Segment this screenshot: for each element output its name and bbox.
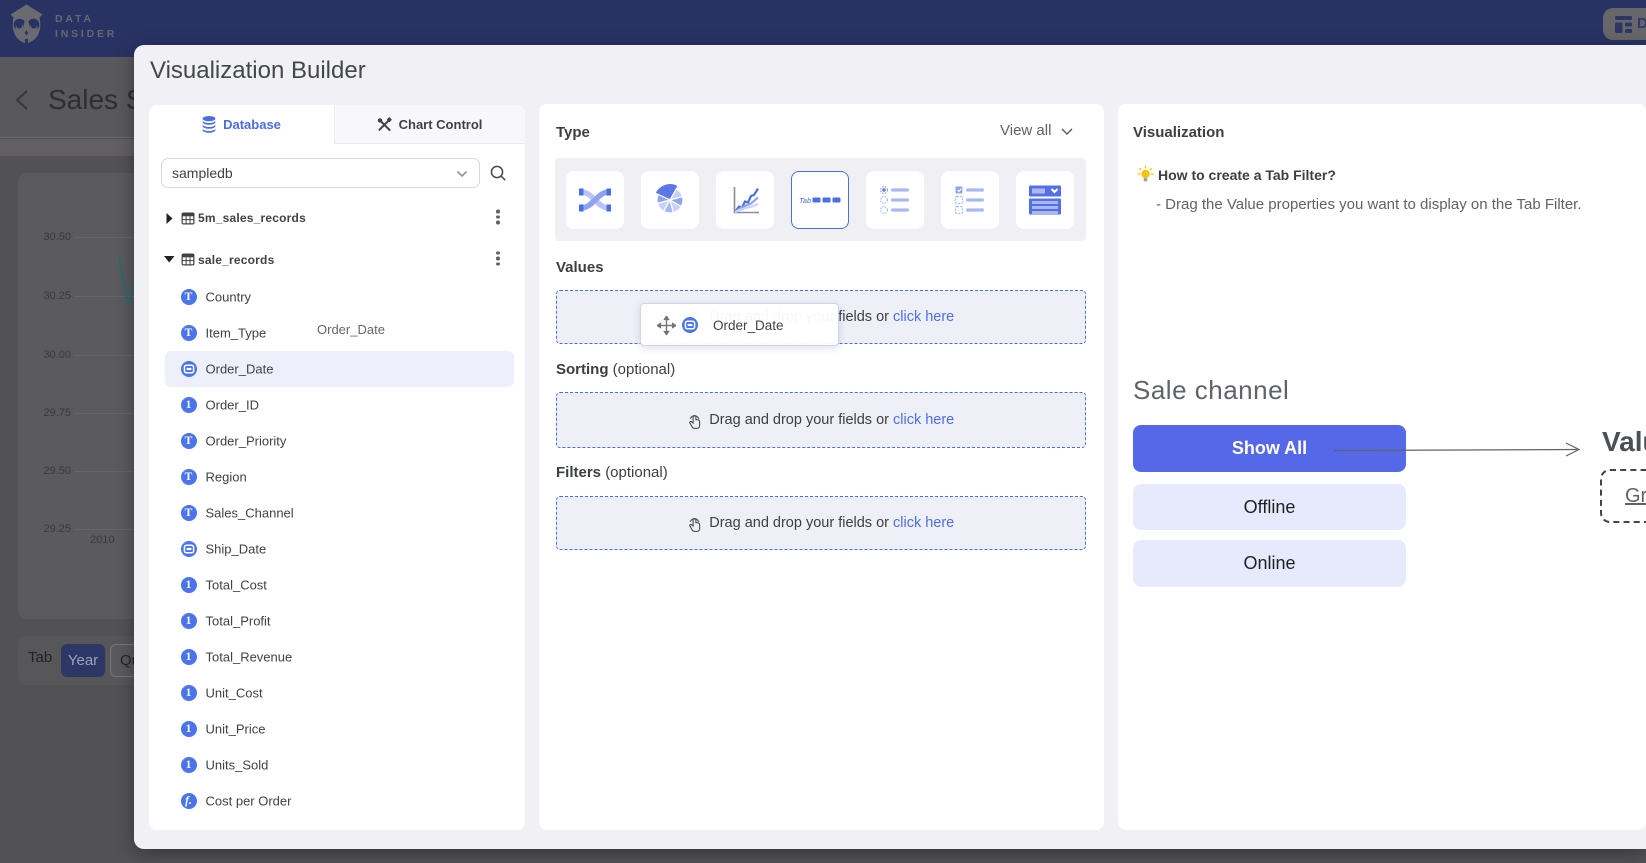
svg-text:Tab: Tab xyxy=(799,196,811,205)
